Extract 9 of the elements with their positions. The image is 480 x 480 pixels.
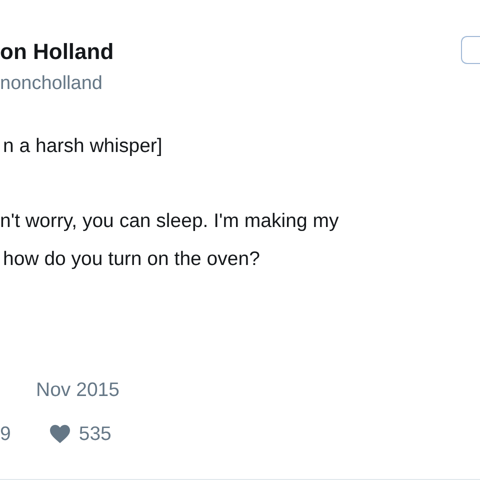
tweet-text-line: n't worry, you can sleep. I'm making my xyxy=(0,209,340,234)
like-count: 535 xyxy=(78,422,112,447)
heart-icon[interactable] xyxy=(48,424,71,444)
tweet-text-line: how do you turn on the oven? xyxy=(2,247,261,272)
author-handle: noncholland xyxy=(0,72,104,96)
tweet-date: Nov 2015 xyxy=(35,378,120,403)
tweet-text-line: n a harsh whisper] xyxy=(2,134,164,159)
author-name[interactable]: on Holland xyxy=(0,38,114,66)
retweet-count: 9 xyxy=(0,422,11,447)
